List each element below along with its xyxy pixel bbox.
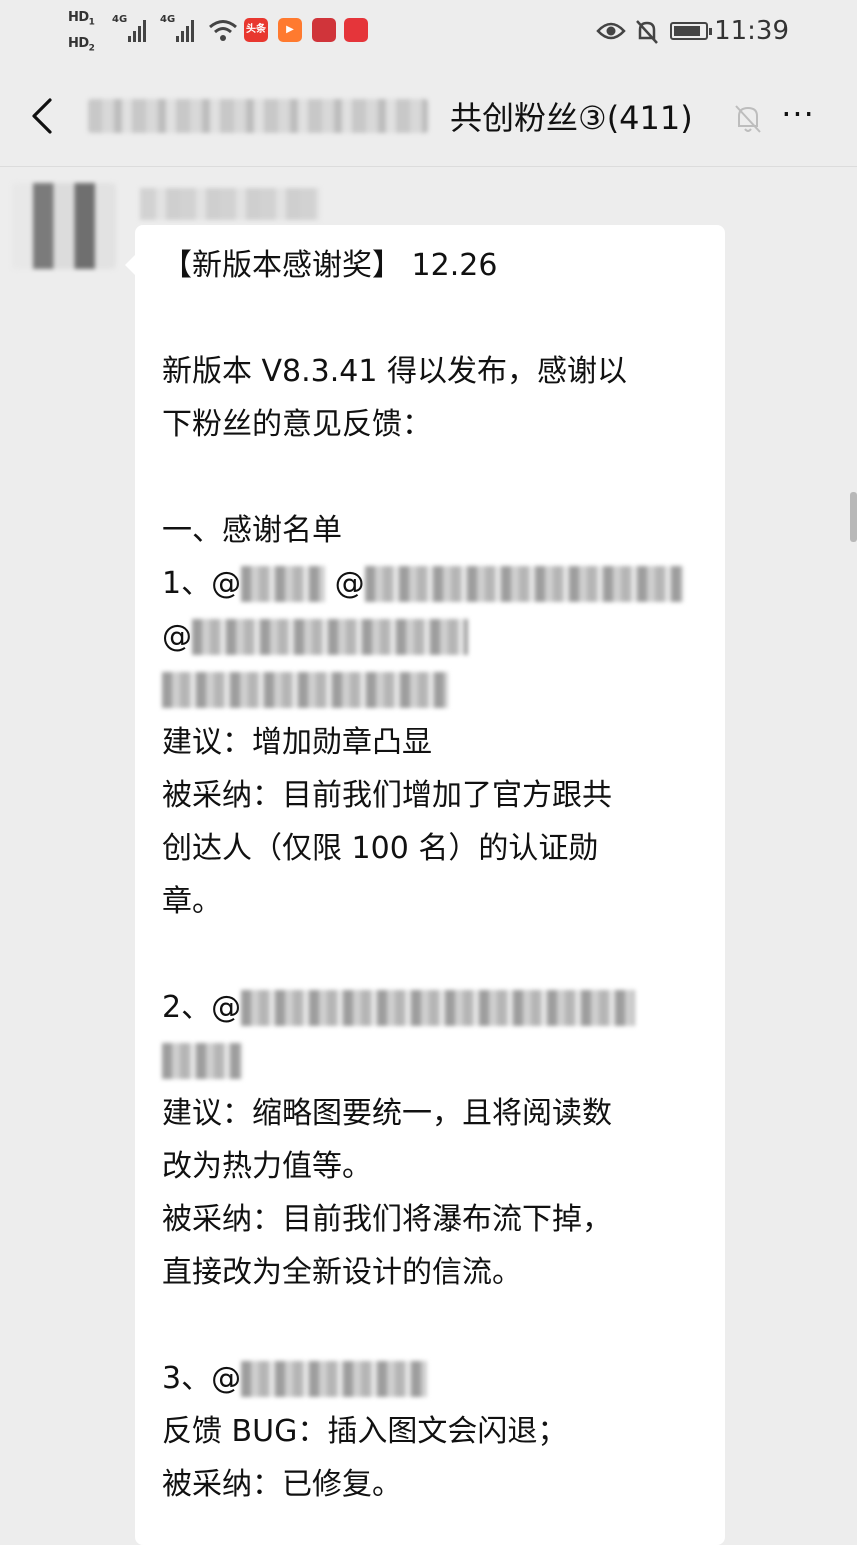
chat-title-area[interactable]: 共创粉丝③(411) [88,94,693,138]
message-bubble[interactable]: 【新版本感谢奖】 12.26 新版本 V8.3.41 得以发布，感谢以 下粉丝的… [125,225,725,1545]
message-line: 被采纳：已修复。 [162,1467,402,1502]
wifi-icon [209,20,237,41]
sender-avatar[interactable] [12,183,116,269]
message-line: 被采纳：目前我们增加了官方跟共 [162,778,612,813]
chat-title: 共创粉丝③(411) [450,99,693,137]
bell-muted-icon [735,105,761,133]
message-line: 改为热力值等。 [162,1149,372,1184]
mention-prefix: 2、@ [162,990,242,1025]
network2-label: 4G [160,14,176,25]
sim1-sub: 1 [88,17,95,28]
message-line: 被采纳：目前我们将瀑布流下掉， [162,1202,612,1237]
message-line-mentions-2: @ [162,610,710,663]
toutiao-icon: 头条 [244,18,268,42]
message-text: 【新版本感谢奖】 12.26 新版本 V8.3.41 得以发布，感谢以 下粉丝的… [162,239,710,1511]
huawei-icon [344,18,368,42]
message-line-mentions-1: 1、@ @ [162,557,710,610]
message-line: 反馈 BUG：插入图文会闪退； [162,1414,568,1449]
sim1-indicator: HD1 [68,10,95,28]
app-icon-3 [312,18,336,42]
message-line-mentions-3 [162,663,710,716]
mention-prefix: 3、@ [162,1361,242,1396]
message-line-mentions-4: 2、@ [162,981,710,1034]
message-line: 新版本 V8.3.41 得以发布，感谢以 [162,354,628,389]
eye-icon [596,22,626,40]
scrollbar-thumb[interactable] [850,492,857,542]
blurred-mention [162,671,448,708]
mention-at: @ [162,619,192,654]
message-line: 下粉丝的意见反馈： [162,407,432,442]
sim2-label: HD [68,36,89,51]
blurred-mention [241,989,636,1026]
message-line: 建议：缩略图要统一，且将阅读数 [162,1096,612,1131]
blurred-mention [192,618,468,655]
chat-header: 共创粉丝③(411) ··· [0,66,857,167]
sender-name-blurred [140,188,320,220]
message-line-mentions-5 [162,1034,710,1087]
signal2-icon [176,18,198,42]
message-line: 【新版本感谢奖】 12.26 [162,248,498,283]
blurred-mention [241,565,326,602]
clock: 11:39 [714,16,789,46]
more-options-button[interactable]: ··· [772,94,824,138]
message-line-mentions-6: 3、@ [162,1352,710,1405]
battery-fill [674,26,700,36]
network1-label: 4G [112,14,128,25]
message-line: 建议：增加勋章凸显 [162,725,432,760]
blurred-mention [162,1042,242,1079]
mention-prefix: 1、@ [162,566,242,601]
notification-off-icon [636,20,658,44]
blurred-group-prefix [88,99,428,133]
sim2-indicator: HD2 [68,36,95,54]
message-line: 直接改为全新设计的信流。 [162,1255,522,1290]
sim2-sub: 2 [88,43,95,54]
video-app-icon: ▶ [278,18,302,42]
status-bar: HD1 HD2 4G 4G 头条 ▶ 11:39 [0,0,857,66]
battery-icon [670,22,712,40]
sim1-label: HD [68,10,89,25]
blurred-mention [364,565,683,602]
message-line: 一、感谢名单 [162,513,342,548]
message-line: 创达人（仅限 100 名）的认证勋 [162,831,599,866]
blurred-mention [241,1360,428,1397]
message-line: 章。 [162,884,222,919]
mention-at: @ [325,566,365,601]
back-button[interactable] [24,94,64,138]
signal1-icon [128,18,150,42]
